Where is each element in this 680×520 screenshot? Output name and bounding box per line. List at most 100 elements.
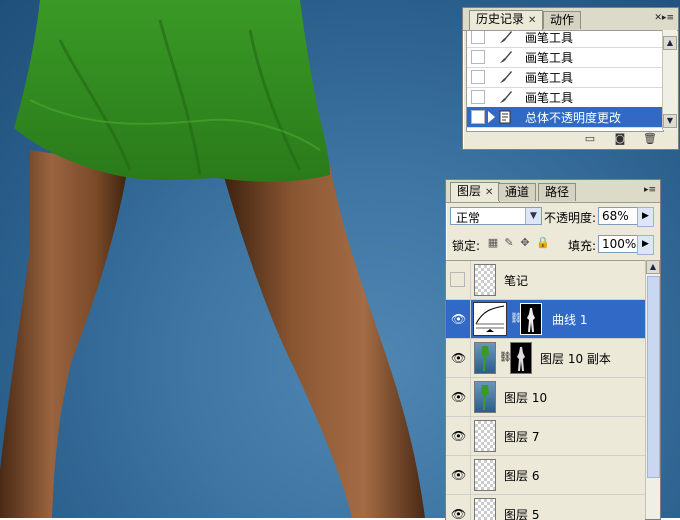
visibility-cell[interactable]: 👁 <box>446 417 471 455</box>
fill-label: 填充: <box>568 239 597 253</box>
layer-thumbnail <box>474 498 496 520</box>
blend-mode-select[interactable]: 正常 ▼ <box>450 207 542 225</box>
tab-paths[interactable]: 路径 <box>538 183 577 201</box>
history-scrollbar[interactable]: ▲ ▼ <box>662 30 677 130</box>
history-item-selected[interactable]: 总体不透明度更改 <box>467 107 663 128</box>
tab-actions[interactable]: 动作 <box>543 11 582 29</box>
lock-label: 锁定: <box>452 239 481 253</box>
blend-mode-value: 正常 <box>456 211 481 225</box>
visibility-toggle-off[interactable] <box>450 272 465 287</box>
history-item-label: 总体不透明度更改 <box>525 111 622 125</box>
layer-row[interactable]: 笔记 <box>446 261 645 300</box>
tab-history[interactable]: 历史记录 ✕ <box>469 10 544 30</box>
layer-row-selected[interactable]: 👁 ⛓ 曲线 1 <box>446 300 645 339</box>
new-document-from-state-icon[interactable]: ▭ <box>583 133 597 145</box>
brush-icon <box>500 51 512 63</box>
green-skirt <box>14 0 330 182</box>
layers-panel: 图层 ✕ 通道 路径 ▸≡ 正常 ▼ 不透明度: 68% ▶ 锁定: ▦ ✎ ✥ … <box>445 179 661 520</box>
opacity-field[interactable]: 68% ▶ <box>598 207 654 227</box>
layer-name: 曲线 1 <box>552 313 588 327</box>
document-icon <box>499 110 511 124</box>
eye-icon[interactable]: 👁 <box>451 313 466 325</box>
lock-fill-row: 锁定: ▦ ✎ ✥ 🔒 填充: 100% ▶ <box>446 232 660 258</box>
history-item[interactable]: 画笔工具 <box>467 67 663 88</box>
brush-icon <box>500 71 512 83</box>
layers-list: 笔记 👁 ⛓ 曲线 1 👁 ⛓ 图层 10 副本 👁 图层 10 👁 图层 7 … <box>446 260 645 520</box>
layer-name: 图层 7 <box>504 430 540 444</box>
opacity-value: 68% <box>602 209 629 223</box>
visibility-cell[interactable]: 👁 <box>446 378 471 416</box>
tab-paths-label: 路径 <box>545 185 570 199</box>
history-state-slider-icon[interactable] <box>488 111 495 123</box>
close-icon[interactable]: ✕ <box>528 15 536 26</box>
fill-field[interactable]: 100% ▶ <box>598 235 654 255</box>
opacity-slider-arrow-icon[interactable]: ▶ <box>637 207 654 227</box>
panel-menu-icon[interactable]: ✕▸≡ <box>654 13 674 23</box>
lock-transparent-icon[interactable]: ▦ <box>487 237 499 249</box>
layer-mask-thumbnail[interactable] <box>510 342 532 374</box>
layer-thumbnail <box>474 381 496 413</box>
history-source-checkbox[interactable] <box>471 70 485 84</box>
lock-position-icon[interactable]: ✥ <box>519 237 531 249</box>
visibility-cell[interactable] <box>446 261 471 299</box>
tab-layers[interactable]: 图层 ✕ <box>450 182 501 202</box>
left-leg <box>0 150 128 518</box>
right-leg <box>222 165 425 518</box>
layer-thumbnail <box>474 264 496 296</box>
layer-row[interactable]: 👁 ⛓ 图层 10 副本 <box>446 339 645 378</box>
history-source-checkbox[interactable] <box>471 50 485 64</box>
history-item-label: 画笔工具 <box>525 51 574 65</box>
tab-channels[interactable]: 通道 <box>498 183 537 201</box>
brush-icon <box>500 91 512 103</box>
history-source-checkbox[interactable] <box>471 31 485 44</box>
new-snapshot-icon[interactable]: ◙ <box>613 133 627 145</box>
eye-icon[interactable]: 👁 <box>451 508 466 520</box>
lock-all-icon[interactable]: 🔒 <box>536 237 550 249</box>
history-item-label: 画笔工具 <box>525 91 574 105</box>
eye-icon[interactable]: 👁 <box>451 430 466 442</box>
layer-name: 图层 6 <box>504 469 540 483</box>
tab-channels-label: 通道 <box>505 185 530 199</box>
layer-thumbnail <box>474 459 496 491</box>
layer-row[interactable]: 👁 图层 5 <box>446 495 645 520</box>
eye-icon[interactable]: 👁 <box>451 469 466 481</box>
history-item[interactable]: 画笔工具 <box>467 47 663 68</box>
history-source-checkbox[interactable] <box>471 90 485 104</box>
close-icon[interactable]: ✕ <box>485 187 493 198</box>
trash-icon[interactable]: 🗑 <box>643 133 657 145</box>
history-item[interactable]: 画笔工具 <box>467 87 663 108</box>
scroll-thumb[interactable] <box>647 276 660 478</box>
lock-image-icon[interactable]: ✎ <box>503 237 515 249</box>
visibility-cell[interactable]: 👁 <box>446 456 471 494</box>
history-footer: ▭ ◙ 🗑 <box>463 131 678 149</box>
history-source-checkbox[interactable] <box>471 110 485 124</box>
layers-scrollbar[interactable]: ▲ <box>645 260 660 519</box>
layer-row[interactable]: 👁 图层 6 <box>446 456 645 495</box>
scroll-up-icon[interactable]: ▲ <box>646 260 660 274</box>
history-item-label: 画笔工具 <box>525 71 574 85</box>
eye-icon[interactable]: 👁 <box>451 352 466 364</box>
history-item-label: 画笔工具 <box>525 31 574 45</box>
layer-row[interactable]: 👁 图层 10 <box>446 378 645 417</box>
fill-slider-arrow-icon[interactable]: ▶ <box>637 235 654 255</box>
history-item[interactable]: 画笔工具 <box>467 31 663 48</box>
visibility-cell[interactable]: 👁 <box>446 495 471 520</box>
layer-thumbnail <box>474 420 496 452</box>
scroll-up-icon[interactable]: ▲ <box>663 36 677 50</box>
layer-row[interactable]: 👁 图层 7 <box>446 417 645 456</box>
panel-menu-icon[interactable]: ▸≡ <box>644 185 656 195</box>
chevron-down-icon[interactable]: ▼ <box>525 208 541 224</box>
opacity-label: 不透明度: <box>544 211 597 225</box>
tab-history-label: 历史记录 <box>476 12 525 26</box>
blend-opacity-row: 正常 ▼ 不透明度: 68% ▶ <box>446 204 660 230</box>
scroll-down-icon[interactable]: ▼ <box>663 114 677 128</box>
tab-actions-label: 动作 <box>550 13 575 27</box>
tab-layers-label: 图层 <box>457 184 482 198</box>
layer-name: 图层 10 副本 <box>540 352 611 366</box>
visibility-cell[interactable]: 👁 <box>446 339 471 377</box>
visibility-cell[interactable]: 👁 <box>446 300 471 338</box>
layer-thumbnail <box>474 342 496 374</box>
layer-mask-thumbnail[interactable] <box>520 303 542 335</box>
eye-icon[interactable]: 👁 <box>451 391 466 403</box>
history-panel: 历史记录 ✕ 动作 ✕▸≡ 画笔工具 画笔工具 画笔工具 画笔工具 总体不透明度… <box>462 7 679 150</box>
